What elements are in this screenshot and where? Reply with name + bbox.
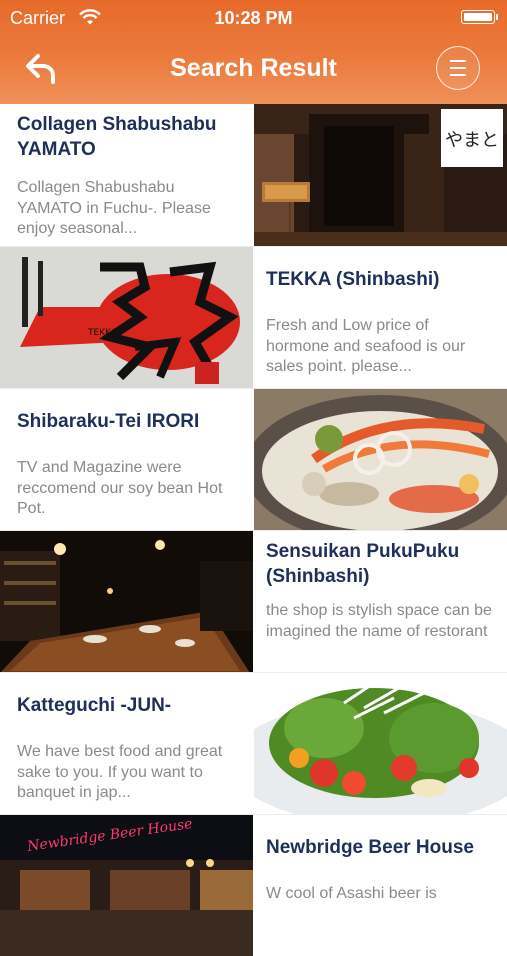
item-text: Collagen Shabushabu YAMATO Collagen Shab… xyxy=(0,104,253,246)
item-text: Sensuikan PukuPuku (Shinbashi) the shop … xyxy=(254,531,507,672)
back-arrow-icon xyxy=(26,54,55,84)
restaurant-name: Collagen Shabushabu YAMATO xyxy=(17,114,217,160)
restaurant-photo xyxy=(0,531,253,672)
restaurant-logo: TEKKA xyxy=(87,328,118,338)
restaurant-name: TEKKA (Shinbashi) xyxy=(266,269,440,290)
restaurant-description: Fresh and Low price of hormone and seafo… xyxy=(266,317,466,375)
back-button[interactable] xyxy=(24,50,62,86)
list-item-restaurant[interactable]: Newbridge Beer House Newbridge Beer Hous… xyxy=(0,814,507,956)
restaurant-photo xyxy=(254,673,507,814)
restaurant-description: the shop is stylish space can be imagine… xyxy=(266,602,492,640)
restaurant-description: We have best food and great sake to you.… xyxy=(17,743,223,801)
hamburger-menu-icon xyxy=(450,60,466,62)
list-item-restaurant[interactable]: Collagen Shabushabu YAMATO Collagen Shab… xyxy=(0,104,507,246)
list-item-restaurant[interactable]: Shibaraku-Tei IRORI TV and Magazine were… xyxy=(0,388,507,530)
restaurant-logo: やまと xyxy=(445,130,499,151)
list-item-restaurant[interactable]: Sensuikan PukuPuku (Shinbashi) the shop … xyxy=(0,530,507,672)
restaurant-photo: やまと xyxy=(254,104,507,246)
restaurant-photo xyxy=(254,389,507,530)
battery-icon xyxy=(461,10,498,24)
clock-time: 10:28 PM xyxy=(214,8,293,28)
page-title: Search Result xyxy=(170,54,337,82)
restaurant-photo: TEKKA xyxy=(0,247,253,388)
list-item-restaurant[interactable]: Katteguchi -JUN- We have best food and g… xyxy=(0,672,507,814)
item-text: Katteguchi -JUN- We have best food and g… xyxy=(0,673,253,814)
results-list: Collagen Shabushabu YAMATO Collagen Shab… xyxy=(0,104,507,956)
item-text: Shibaraku-Tei IRORI TV and Magazine were… xyxy=(0,389,253,530)
restaurant-name: Shibaraku-Tei IRORI xyxy=(17,411,200,432)
restaurant-description: Collagen Shabushabu YAMATO in Fuchu-. Pl… xyxy=(17,179,211,237)
restaurant-description: TV and Magazine were reccomend our soy b… xyxy=(17,459,223,517)
list-item-restaurant[interactable]: TEKKA TEKKA (Shinbashi) Fresh and Low pr… xyxy=(0,246,507,388)
restaurant-name: Katteguchi -JUN- xyxy=(17,695,172,716)
restaurant-name: Newbridge Beer House xyxy=(266,837,474,858)
restaurant-photo: Newbridge Beer House xyxy=(0,815,253,956)
item-text: TEKKA (Shinbashi) Fresh and Low price of… xyxy=(254,247,507,388)
navigation-header: Carrier 10:28 PM Search Result xyxy=(0,0,507,104)
item-text: Newbridge Beer House W cool of Asashi be… xyxy=(254,815,507,956)
restaurant-name: Sensuikan PukuPuku (Shinbashi) xyxy=(266,541,460,587)
status-bar: Carrier 10:28 PM xyxy=(0,0,507,34)
menu-button[interactable] xyxy=(436,46,480,90)
restaurant-description: W cool of Asashi beer is xyxy=(266,885,437,902)
